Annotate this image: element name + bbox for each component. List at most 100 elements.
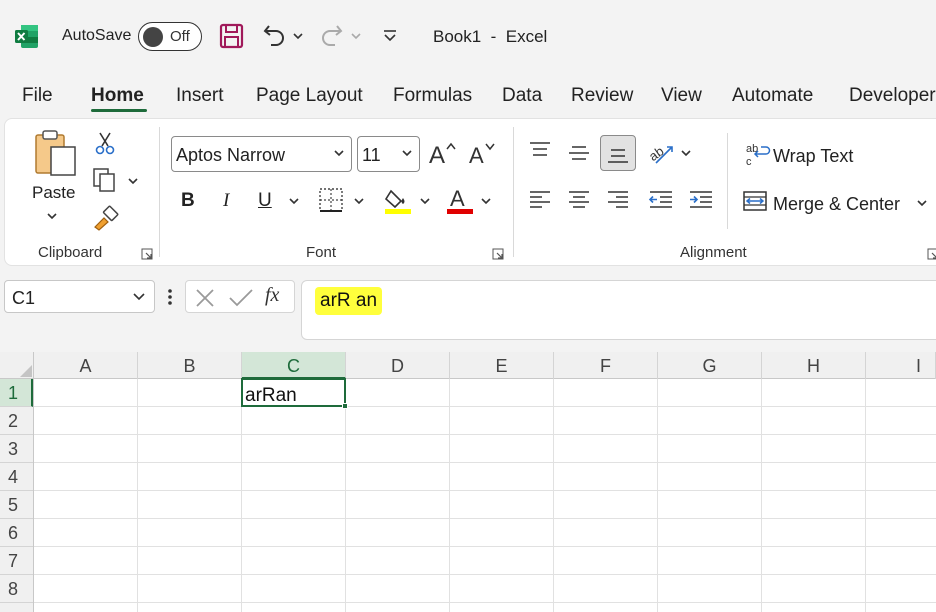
- fill-color-dropdown-chevron-icon[interactable]: [419, 196, 431, 206]
- row-header-7[interactable]: 7: [0, 547, 33, 575]
- underline-button[interactable]: U: [258, 190, 272, 212]
- column-header-b[interactable]: B: [138, 352, 242, 379]
- align-left-icon[interactable]: [528, 190, 552, 210]
- select-all-corner[interactable]: [0, 352, 34, 379]
- formula-controls: fx: [185, 280, 295, 313]
- cancel-icon[interactable]: [194, 287, 216, 309]
- column-header-c[interactable]: C: [242, 352, 346, 379]
- column-header-h[interactable]: H: [762, 352, 866, 379]
- undo-dropdown-chevron-icon[interactable]: [292, 31, 304, 41]
- orientation-dropdown-chevron-icon[interactable]: [680, 148, 692, 158]
- tab-data[interactable]: Data: [502, 85, 542, 107]
- row-header-5[interactable]: 5: [0, 491, 33, 519]
- column-header-f[interactable]: F: [554, 352, 658, 379]
- italic-button[interactable]: I: [223, 190, 229, 212]
- font-size-chevron-icon: [402, 150, 412, 157]
- ribbon-home: Paste Clipboard Aptos Narrow 11 A A B I …: [4, 118, 936, 266]
- merge-center-dropdown-chevron-icon[interactable]: [916, 198, 928, 208]
- paste-label[interactable]: Paste: [32, 183, 75, 203]
- insert-function-button[interactable]: fx: [265, 284, 279, 307]
- column-header-d[interactable]: D: [346, 352, 450, 379]
- customize-quick-access-icon[interactable]: [382, 28, 398, 44]
- more-options-icon[interactable]: [166, 287, 174, 307]
- tab-file[interactable]: File: [22, 85, 53, 107]
- font-size-combo[interactable]: 11: [357, 136, 420, 172]
- row-header-1[interactable]: 1: [0, 379, 33, 407]
- decrease-font-size-icon[interactable]: A: [467, 139, 497, 167]
- row-header-3[interactable]: 3: [0, 435, 33, 463]
- undo-icon[interactable]: [262, 22, 288, 50]
- enter-check-icon[interactable]: [228, 287, 254, 309]
- merge-center-button[interactable]: Merge & Center: [773, 194, 900, 215]
- font-launcher-icon[interactable]: [492, 248, 504, 260]
- gridline: [34, 462, 936, 463]
- top-align-icon[interactable]: [528, 140, 552, 160]
- clipboard-launcher-icon[interactable]: [141, 248, 153, 260]
- fill-color-icon[interactable]: [383, 185, 413, 215]
- borders-dropdown-chevron-icon[interactable]: [353, 196, 365, 206]
- font-name-combo[interactable]: Aptos Narrow: [171, 136, 352, 172]
- tab-review[interactable]: Review: [571, 85, 633, 107]
- gridline: [553, 379, 554, 612]
- middle-align-icon[interactable]: [567, 143, 591, 163]
- column-header-a[interactable]: A: [34, 352, 138, 379]
- name-box[interactable]: C1: [4, 280, 155, 313]
- bottom-align-button[interactable]: [600, 135, 636, 171]
- alignment-launcher-icon[interactable]: [927, 248, 936, 260]
- wrap-text-icon[interactable]: ab c: [745, 141, 771, 167]
- fill-handle[interactable]: [342, 403, 348, 409]
- font-color-dropdown-chevron-icon[interactable]: [480, 196, 492, 206]
- align-right-icon[interactable]: [606, 190, 630, 210]
- gridline: [449, 379, 450, 612]
- tab-automate[interactable]: Automate: [732, 85, 813, 107]
- row-header-6[interactable]: 6: [0, 519, 33, 547]
- underline-dropdown-chevron-icon[interactable]: [288, 196, 300, 206]
- gridline: [345, 379, 346, 612]
- copy-dropdown-chevron-icon[interactable]: [127, 176, 139, 186]
- paste-icon[interactable]: [33, 129, 79, 179]
- toggle-knob: [143, 26, 163, 47]
- row-header-2[interactable]: 2: [0, 407, 33, 435]
- merge-center-icon[interactable]: [742, 190, 768, 212]
- increase-font-size-icon[interactable]: A: [427, 139, 457, 167]
- autosave-label: AutoSave: [62, 27, 132, 44]
- formula-input[interactable]: arR an: [301, 280, 936, 340]
- tab-formulas[interactable]: Formulas: [393, 85, 472, 107]
- row-header-8[interactable]: 8: [0, 575, 33, 603]
- name-box-chevron-icon[interactable]: [132, 292, 146, 302]
- column-header-i[interactable]: I: [866, 352, 936, 379]
- tab-home[interactable]: Home: [91, 85, 144, 107]
- font-group-label: Font: [306, 244, 337, 261]
- worksheet-grid[interactable]: [0, 352, 936, 612]
- redo-dropdown-chevron-icon[interactable]: [350, 31, 362, 41]
- column-header-g[interactable]: G: [658, 352, 762, 379]
- tab-insert[interactable]: Insert: [176, 85, 224, 107]
- wrap-text-button[interactable]: Wrap Text: [773, 146, 853, 167]
- svg-text:A: A: [450, 186, 465, 211]
- gridline: [34, 490, 936, 491]
- save-icon[interactable]: [219, 22, 245, 50]
- gridline: [241, 379, 242, 612]
- select-all-triangle-icon: [20, 365, 32, 377]
- paste-dropdown-chevron-icon[interactable]: [46, 211, 58, 221]
- format-painter-icon[interactable]: [92, 205, 120, 231]
- column-header-e[interactable]: E: [450, 352, 554, 379]
- tab-developer[interactable]: Developer: [849, 85, 936, 107]
- decrease-indent-icon[interactable]: [648, 190, 674, 210]
- increase-indent-icon[interactable]: [688, 190, 714, 210]
- autosave-state: Off: [170, 28, 190, 45]
- tab-view[interactable]: View: [661, 85, 702, 107]
- autosave-toggle[interactable]: Off: [138, 22, 202, 51]
- bold-button[interactable]: B: [181, 190, 195, 212]
- font-size-value: 11: [362, 145, 381, 165]
- align-center-icon[interactable]: [567, 190, 591, 210]
- tab-page-layout[interactable]: Page Layout: [256, 85, 363, 107]
- redo-icon[interactable]: [318, 22, 344, 50]
- row-header-4[interactable]: 4: [0, 463, 33, 491]
- font-color-icon[interactable]: A: [445, 185, 475, 215]
- document-title: Book1 - Excel: [433, 27, 548, 46]
- borders-icon[interactable]: [318, 187, 344, 213]
- orientation-icon[interactable]: ab: [648, 139, 676, 165]
- cut-icon[interactable]: [94, 131, 116, 155]
- copy-icon[interactable]: [92, 167, 118, 193]
